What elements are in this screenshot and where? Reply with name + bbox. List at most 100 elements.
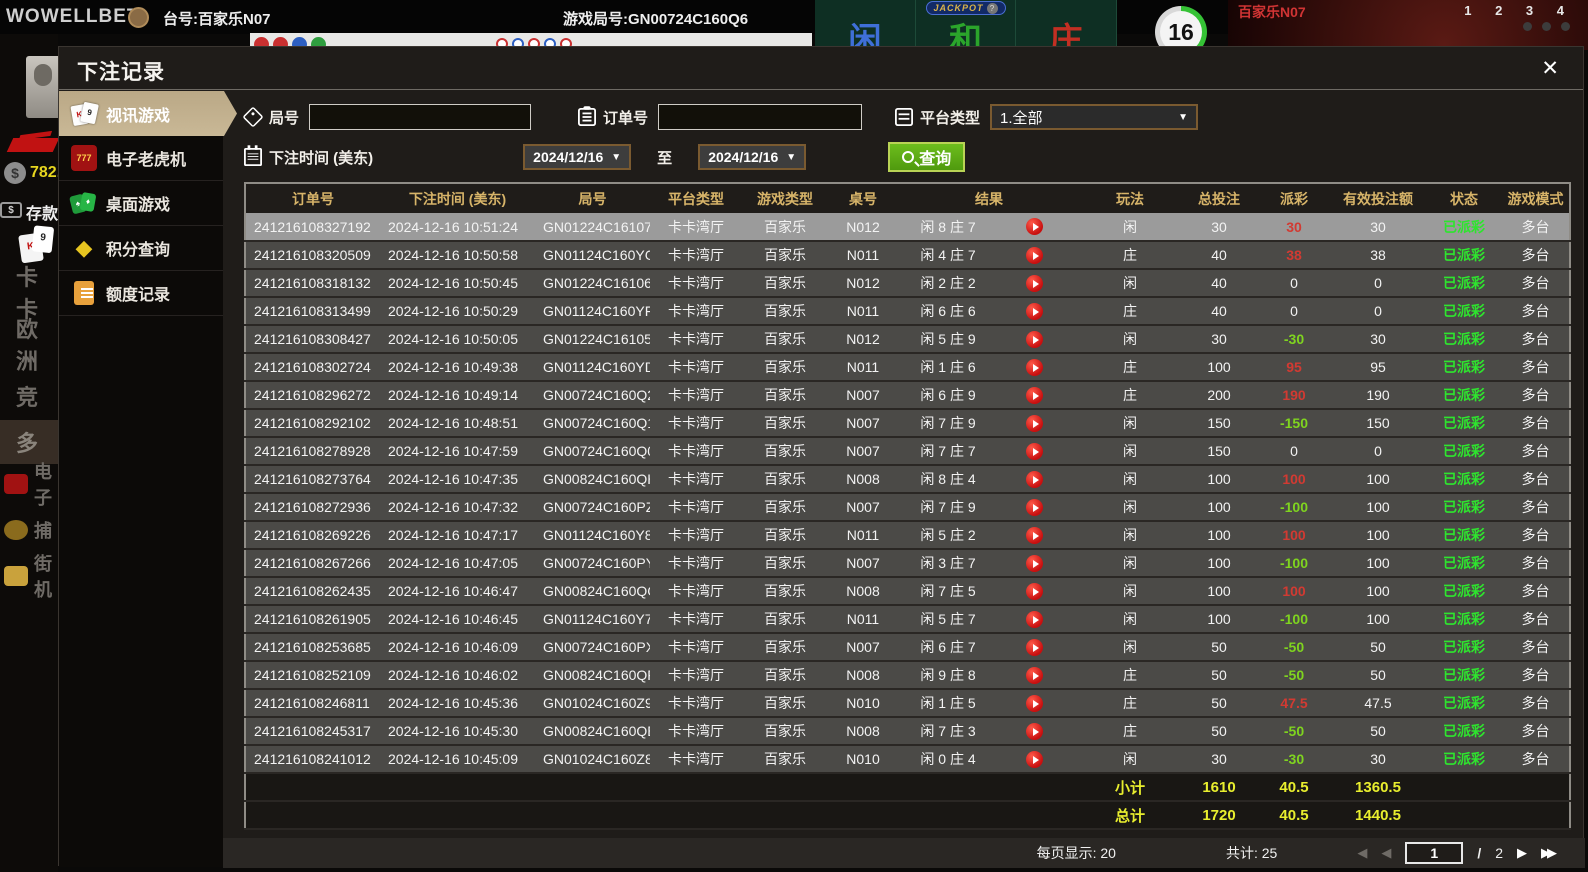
cell-total-bet: 50	[1211, 723, 1227, 739]
table-row[interactable]: 241216108252109 2024-12-16 10:46:02 GN0082…	[245, 661, 1570, 689]
play-icon[interactable]	[1026, 554, 1043, 572]
table-row[interactable]: 241216108241012 2024-12-16 10:45:09 GN0102…	[245, 745, 1570, 773]
prev-page-button[interactable]: ◀	[1381, 845, 1391, 861]
sidebar-item-table-games[interactable]: ♠ ♦ 桌面游戏	[59, 181, 223, 226]
table-body: 241216108327192 2024-12-16 10:51:24 GN0122…	[245, 213, 1570, 829]
cell-table: N012	[846, 275, 880, 291]
play-icon[interactable]	[1026, 358, 1043, 376]
bg-menu-item[interactable]: 欧洲	[0, 317, 58, 374]
close-icon[interactable]: ✕	[1541, 56, 1559, 81]
table-row[interactable]: 241216108246811 2024-12-16 10:45:36 GN0102…	[245, 689, 1570, 717]
table-row[interactable]: 241216108253685 2024-12-16 10:46:09 GN0072…	[245, 633, 1570, 661]
play-icon[interactable]	[1026, 526, 1043, 544]
sidebar-item-video-games[interactable]: K9 视讯游戏	[59, 91, 237, 136]
cell-result: 闲 6 庄 6	[898, 297, 1080, 325]
play-icon[interactable]	[1026, 218, 1043, 235]
play-icon[interactable]	[1026, 442, 1043, 460]
cell-platform: 卡卡湾厅	[668, 639, 724, 655]
table-row[interactable]: 241216108261905 2024-12-16 10:46:45 GN0112…	[245, 605, 1570, 633]
bg-menu-item[interactable]: 捕	[0, 508, 58, 552]
play-icon[interactable]	[1026, 694, 1043, 712]
table-row[interactable]: 241216108292102 2024-12-16 10:48:51 GN0072…	[245, 409, 1570, 437]
bg-menu-item[interactable]: 竞	[0, 374, 58, 418]
play-icon[interactable]	[1026, 610, 1043, 628]
play-icon[interactable]	[1026, 722, 1043, 740]
info-icon[interactable]	[128, 7, 149, 28]
result-text: 闲 9 庄 8	[920, 667, 976, 683]
page-number-input[interactable]	[1405, 842, 1464, 864]
round-input[interactable]	[309, 104, 532, 130]
date-to-select[interactable]: 2024/12/16 ▼	[698, 144, 807, 170]
chevron-down-icon: ▼	[786, 151, 797, 163]
play-icon[interactable]	[1026, 750, 1043, 768]
cell-platform: 卡卡湾厅	[668, 583, 724, 599]
cell-order: 241216108318132	[254, 275, 371, 291]
table-row[interactable]: 241216108273764 2024-12-16 10:47:35 GN0082…	[245, 465, 1570, 493]
table-row[interactable]: 241216108327192 2024-12-16 10:51:24 GN0122…	[245, 213, 1570, 241]
cell-game: 百家乐	[764, 751, 806, 767]
play-icon[interactable]	[1026, 582, 1043, 600]
cell-payout: 190	[1282, 387, 1306, 403]
table-row[interactable]: 241216108278928 2024-12-16 10:47:59 GN0072…	[245, 437, 1570, 465]
play-icon[interactable]	[1026, 470, 1043, 488]
avatar[interactable]	[26, 56, 58, 118]
table-row[interactable]: 241216108269226 2024-12-16 10:47:17 GN0112…	[245, 521, 1570, 549]
cell-time: 2024-12-16 10:50:58	[388, 247, 518, 263]
video-tabs[interactable]: 1 2 3 4	[1464, 3, 1574, 18]
table-row[interactable]: 241216108318132 2024-12-16 10:50:45 GN0122…	[245, 269, 1570, 297]
empty-cell	[245, 801, 1080, 829]
play-icon[interactable]	[1026, 274, 1043, 292]
cell-valid-bet: 50	[1370, 667, 1386, 683]
table-row[interactable]: 241216108302724 2024-12-16 10:49:38 GN0112…	[245, 353, 1570, 381]
table-row[interactable]: 241216108296272 2024-12-16 10:49:14 GN0072…	[245, 381, 1570, 409]
play-icon[interactable]	[1026, 386, 1043, 404]
cell-time: 2024-12-16 10:45:36	[388, 695, 518, 711]
cell-round: GN00824C160QH	[543, 471, 650, 487]
cell-play-type: 闲	[1123, 611, 1137, 627]
cell-valid-bet: 100	[1366, 555, 1390, 571]
table-row[interactable]: 241216108320509 2024-12-16 10:50:58 GN0112…	[245, 241, 1570, 269]
table-row[interactable]: 241216108313499 2024-12-16 10:50:29 GN0112…	[245, 297, 1570, 325]
date-from-select[interactable]: 2024/12/16 ▼	[523, 144, 632, 170]
modal-sidebar: K9 视讯游戏 777 电子老虎机 ♠ ♦ 桌面游戏 ◆ 积分查询 额度记录	[59, 91, 237, 867]
play-icon[interactable]	[1026, 666, 1043, 684]
play-icon[interactable]	[1026, 330, 1043, 348]
cell-table: N010	[846, 695, 880, 711]
cell-platform: 卡卡湾厅	[668, 359, 724, 375]
play-icon[interactable]	[1026, 246, 1043, 264]
cell-game: 百家乐	[764, 303, 806, 319]
sidebar-item-slots[interactable]: 777 电子老虎机	[59, 136, 223, 181]
cell-game: 百家乐	[764, 695, 806, 711]
video-panel[interactable]: 百家乐N07 1 2 3 4	[1228, 0, 1588, 50]
site-logo[interactable]: WOWELLBET	[6, 6, 140, 28]
next-page-button[interactable]: ▶	[1517, 845, 1527, 861]
cell-payout: -30	[1283, 751, 1305, 767]
cell-result: 闲 7 庄 9	[898, 493, 1080, 521]
cell-valid-bet: 100	[1366, 527, 1390, 543]
last-page-button[interactable]: ▶▶	[1541, 845, 1557, 861]
play-icon[interactable]	[1026, 498, 1043, 516]
bg-menu-item[interactable]: 卡卡	[0, 265, 58, 322]
cell-round: GN00724C160Q0	[543, 443, 650, 459]
play-icon[interactable]	[1026, 302, 1043, 320]
table-row[interactable]: 241216108267266 2024-12-16 10:47:05 GN0072…	[245, 549, 1570, 577]
platform-select[interactable]: 1.全部 ▼	[990, 104, 1199, 130]
bg-menu-item[interactable]: 街机	[0, 554, 58, 600]
play-icon[interactable]	[1026, 638, 1043, 656]
column-header: 订单号	[245, 183, 380, 213]
bg-menu-item[interactable]: 电子	[0, 462, 58, 508]
sidebar-item-credit-records[interactable]: 额度记录	[59, 271, 223, 316]
table-row[interactable]: 241216108308427 2024-12-16 10:50:05 GN0122…	[245, 325, 1570, 353]
help-icon[interactable]: ?	[986, 2, 998, 14]
table-row[interactable]: 241216108262435 2024-12-16 10:46:47 GN0082…	[245, 577, 1570, 605]
sidebar-item-points[interactable]: ◆ 积分查询	[59, 226, 223, 271]
order-input[interactable]	[658, 104, 863, 130]
first-page-button[interactable]: ◀	[1357, 845, 1367, 861]
query-button[interactable]: 查询	[888, 142, 966, 172]
deposit-label[interactable]: 存款	[26, 200, 58, 224]
play-icon[interactable]	[1026, 414, 1043, 432]
game-round-label: 游戏局号:GN00724C160Q6	[563, 11, 749, 28]
result-text: 闲 5 庄 2	[920, 527, 976, 543]
table-row[interactable]: 241216108272936 2024-12-16 10:47:32 GN0072…	[245, 493, 1570, 521]
table-row[interactable]: 241216108245317 2024-12-16 10:45:30 GN0082…	[245, 717, 1570, 745]
